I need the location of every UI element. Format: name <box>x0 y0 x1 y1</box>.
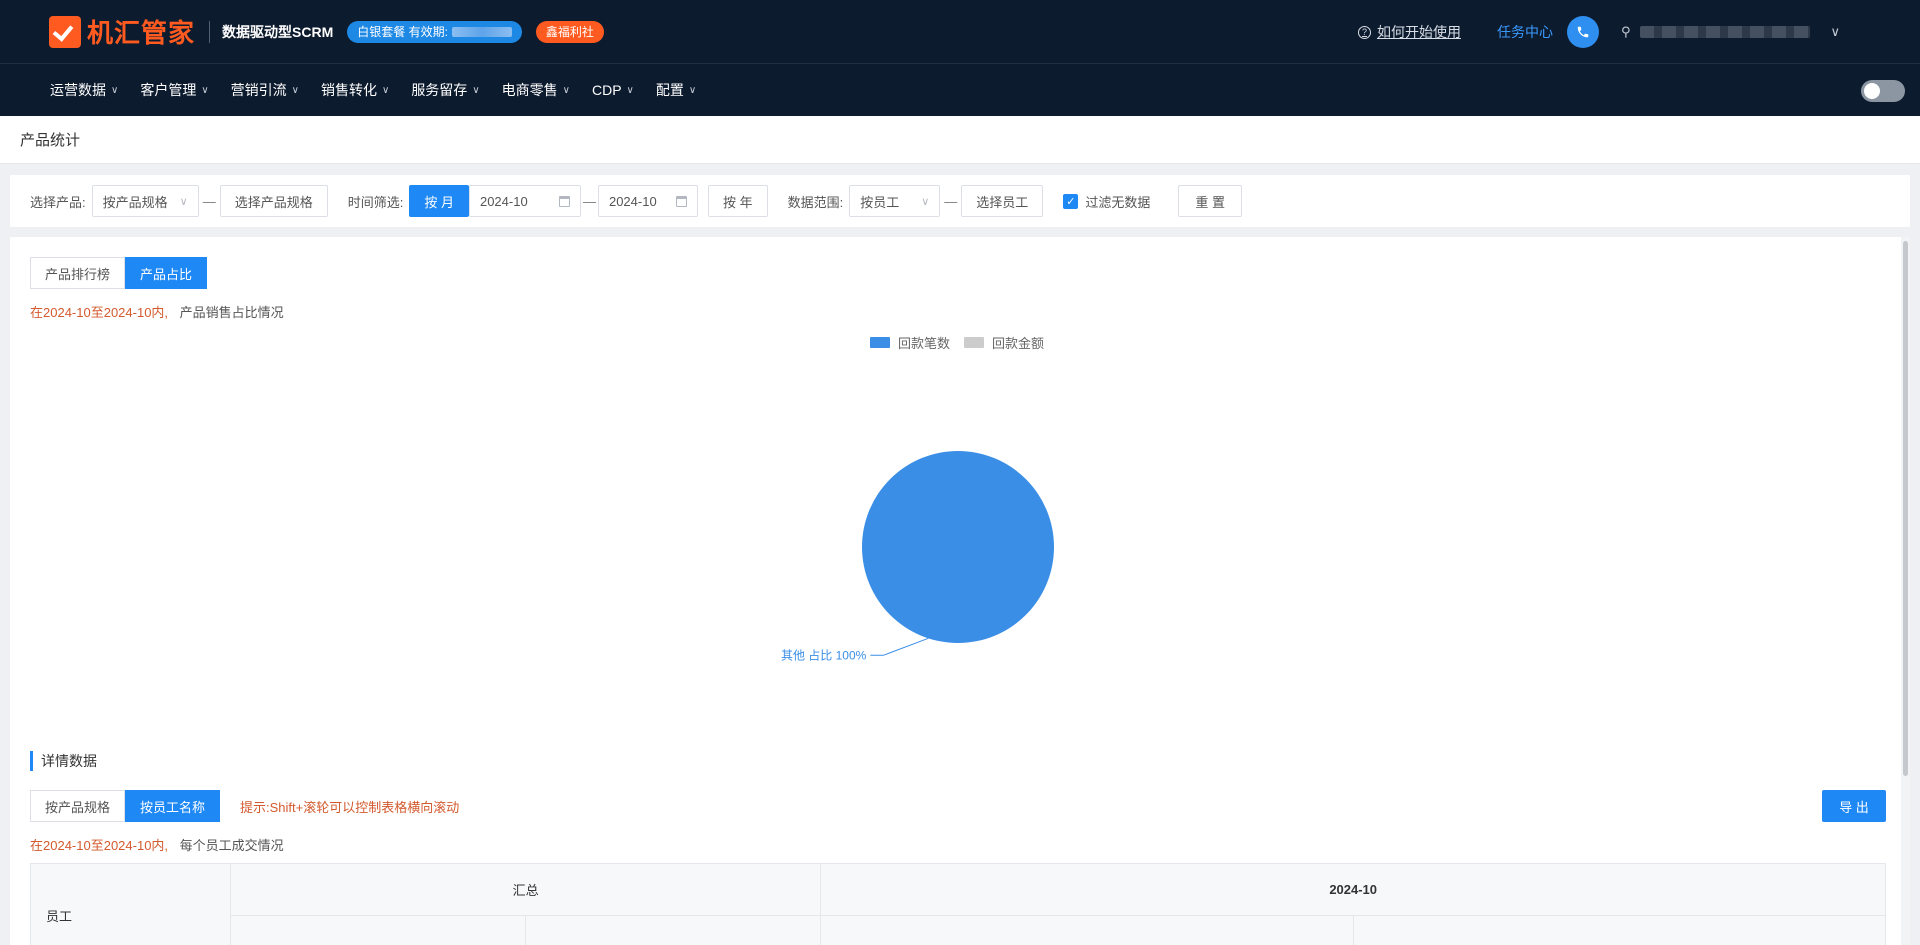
redacted-username[interactable] <box>1640 26 1811 38</box>
reset-button[interactable]: 重 置 <box>1178 185 1242 217</box>
nav-label: CDP <box>591 82 622 98</box>
chevron-down-icon: ∨ <box>179 195 188 208</box>
nav-label: 客户管理 <box>140 82 197 98</box>
nav-label: 运营数据 <box>50 82 106 98</box>
details-table: 员工 汇总 2024-10 <box>30 863 1887 945</box>
start-month-input[interactable]: 2024-10 <box>468 185 581 217</box>
filter-bar: 选择产品: 按产品规格 ∨ — 选择产品规格 时间筛选: 按 月 2024-10… <box>10 175 1910 227</box>
details-range: 在2024-10至2024-10内, <box>30 838 169 853</box>
dash-separator: — <box>202 193 216 209</box>
help-circle-icon: ? <box>1357 25 1371 39</box>
logo[interactable]: 机汇管家 <box>49 13 195 50</box>
sub-column-header <box>1352 915 1887 945</box>
details-tabs: 按产品规格 按员工名称 <box>30 790 221 822</box>
user-icon: ⚲ <box>1620 24 1631 39</box>
nav-label: 营销引流 <box>230 82 287 98</box>
phone-glyph <box>1577 26 1589 38</box>
select-product-spec-button[interactable]: 选择产品规格 <box>219 185 328 217</box>
nav-label: 服务留存 <box>411 82 468 98</box>
pie-chart: 其他 占比 100% <box>781 451 1054 662</box>
package-badge[interactable]: 白银套餐 有效期: <box>347 20 522 43</box>
nav-item-sales[interactable]: 销售转化 ∨ <box>321 80 389 100</box>
nav-label: 销售转化 <box>320 82 377 98</box>
nav-item-ops-data[interactable]: 运营数据 ∨ <box>50 80 118 100</box>
dash-separator: — <box>944 193 958 209</box>
product-mode-select[interactable]: 按产品规格 ∨ <box>91 185 199 217</box>
vertical-scrollbar[interactable] <box>1901 237 1910 945</box>
product-mode-value: 按产品规格 <box>102 194 168 210</box>
logo-text: 机汇管家 <box>87 18 196 48</box>
nav-item-customers[interactable]: 客户管理 ∨ <box>140 80 208 100</box>
summary-group-header: 汇总 <box>229 863 822 916</box>
scroll-tip: 提示:Shift+滚轮可以控制表格横向滚动 <box>240 800 460 815</box>
start-month-value: 2024-10 <box>479 193 528 209</box>
nav-item-ecommerce[interactable]: 电商零售 ∨ <box>502 80 570 100</box>
details-section-title: 详情数据 <box>30 751 97 771</box>
chevron-down-icon: ∨ <box>381 84 390 96</box>
checkbox-checked-icon: ✓ <box>1063 193 1079 209</box>
theme-toggle[interactable] <box>1861 80 1905 102</box>
export-button[interactable]: 导 出 <box>1822 790 1886 822</box>
content-card: 产品排行榜 产品占比 在2024-10至2024-10内, 产品销售占比情况 回… <box>10 237 1910 945</box>
help-link[interactable]: ? 如何开始使用 <box>1357 22 1461 42</box>
calendar-icon <box>558 195 570 207</box>
logo-divider <box>209 20 211 43</box>
nav-item-retention[interactable]: 服务留存 ∨ <box>411 80 479 100</box>
by-month-button[interactable]: 按 月 <box>409 185 469 217</box>
page-title: 产品统计 <box>0 116 1920 164</box>
scope-select[interactable]: 按员工 ∨ <box>849 185 941 217</box>
sub-column-header <box>230 915 526 945</box>
chevron-down-icon: ∨ <box>562 84 570 96</box>
time-filter-label: 时间筛选: <box>347 194 404 210</box>
sub-column-header <box>820 915 1354 945</box>
help-link-label: 如何开始使用 <box>1376 24 1461 40</box>
phone-icon[interactable] <box>1566 16 1599 48</box>
nav-label: 电商零售 <box>501 82 558 98</box>
details-range-info: 在2024-10至2024-10内, 每个员工成交情况 <box>30 835 284 854</box>
employee-column-header[interactable]: 员工 <box>30 863 231 945</box>
chevron-down-icon: ∨ <box>688 84 697 96</box>
end-month-value: 2024-10 <box>608 193 657 209</box>
task-center-link[interactable]: 任务中心 <box>1497 22 1553 42</box>
chevron-down-icon: ∨ <box>111 84 119 96</box>
chevron-down-icon: ∨ <box>626 84 634 96</box>
scope-value: 按员工 <box>860 194 900 210</box>
month-group-header: 2024-10 <box>820 863 1886 916</box>
pie-label-leader <box>870 637 929 656</box>
tab-by-employee[interactable]: 按员工名称 <box>125 790 221 822</box>
filter-empty-checkbox[interactable]: ✓ 过滤无数据 <box>1063 192 1150 211</box>
chevron-down-icon: ∨ <box>921 195 930 208</box>
nav-label: 配置 <box>655 82 684 98</box>
sub-column-header <box>524 915 822 945</box>
filter-empty-label: 过滤无数据 <box>1085 194 1151 210</box>
dash-separator: — <box>582 193 596 209</box>
chevron-down-icon[interactable]: ∨ <box>1830 24 1840 40</box>
redacted-expiry <box>451 26 512 37</box>
nav-item-settings[interactable]: 配置 ∨ <box>656 80 696 100</box>
top-header: 机汇管家 数据驱动型SCRM 白银套餐 有效期: 鑫福利社 ? 如何开始使用 任… <box>0 0 1920 64</box>
by-year-button[interactable]: 按 年 <box>707 185 768 217</box>
details-desc: 每个员工成交情况 <box>179 838 284 853</box>
product-filter-label: 选择产品: <box>30 194 86 210</box>
calendar-icon <box>675 195 687 207</box>
package-badge-label: 白银套餐 有效期: <box>357 25 448 39</box>
tab-by-product-spec[interactable]: 按产品规格 <box>30 790 126 822</box>
nav-item-cdp[interactable]: CDP ∨ <box>592 82 634 98</box>
benefit-badge[interactable]: 鑫福利社 <box>535 20 604 43</box>
end-month-input[interactable]: 2024-10 <box>597 185 698 217</box>
chevron-down-icon: ∨ <box>201 84 209 96</box>
pie-slice[interactable] <box>862 451 1054 643</box>
nav-item-marketing[interactable]: 营销引流 ∨ <box>231 80 299 100</box>
product-subtitle: 数据驱动型SCRM <box>222 23 334 40</box>
main-nav: 运营数据 ∨ 客户管理 ∨ 营销引流 ∨ 销售转化 ∨ 服务留存 ∨ 电商零售 ∨ CDP ∨… <box>0 64 1920 116</box>
select-employee-button[interactable]: 选择员工 <box>961 185 1044 217</box>
chevron-down-icon: ∨ <box>291 84 299 96</box>
chevron-down-icon: ∨ <box>472 84 480 96</box>
scrollbar-thumb[interactable] <box>1903 241 1908 776</box>
pie-slice-label: 其他 占比 100% <box>781 647 867 662</box>
scope-filter-label: 数据范围: <box>787 194 844 210</box>
logo-check-icon <box>49 15 81 48</box>
